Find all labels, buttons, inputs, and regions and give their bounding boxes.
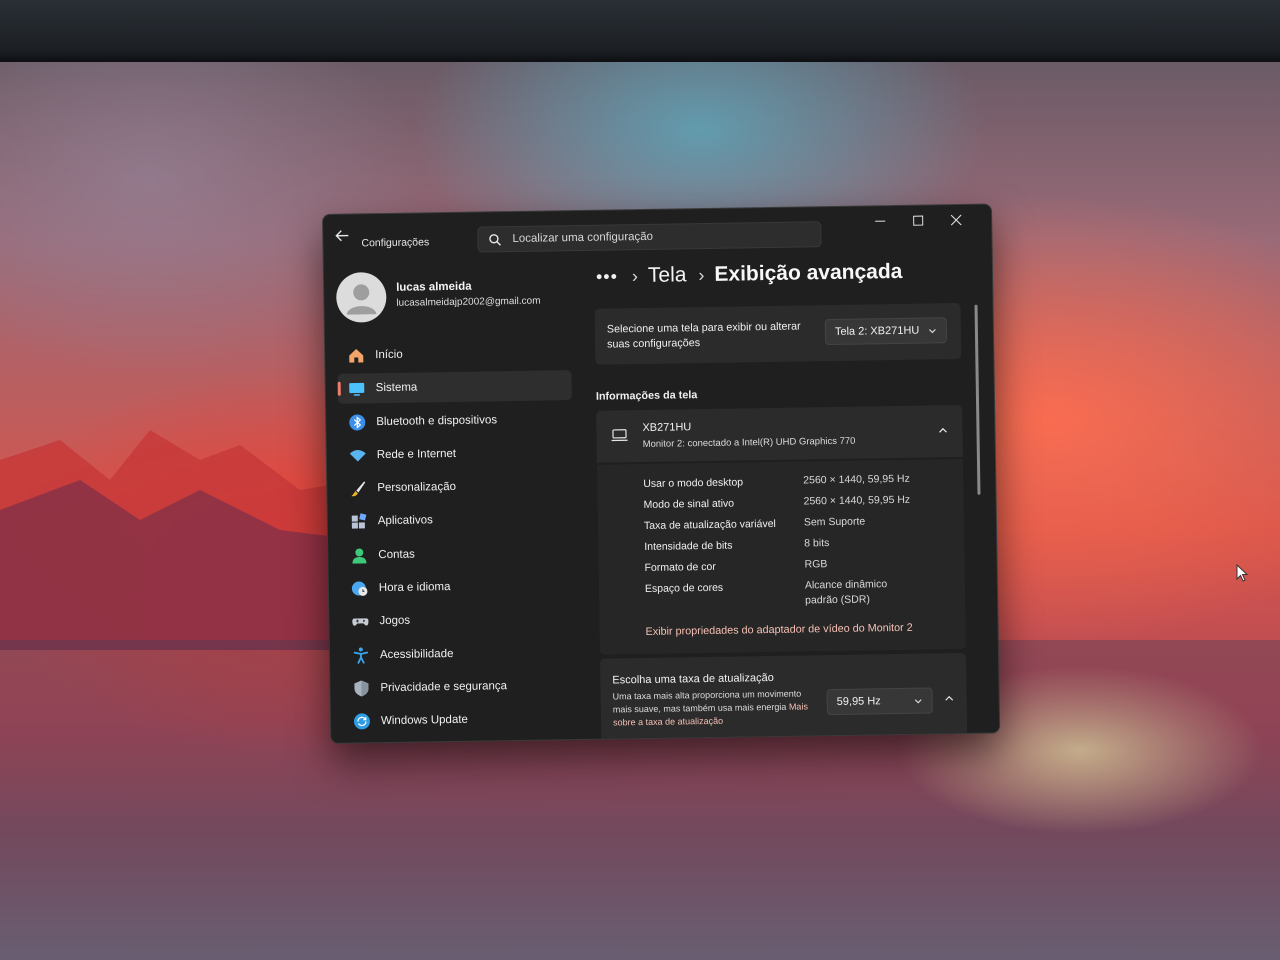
account-icon bbox=[352, 548, 367, 564]
apps-icon bbox=[351, 513, 367, 530]
sidebar-item-contas[interactable]: Contas bbox=[340, 537, 574, 571]
sidebar-item-label: Personalização bbox=[377, 481, 457, 495]
sidebar-item-label: Sistema bbox=[375, 381, 418, 395]
sidebar-item-label: Jogos bbox=[379, 615, 411, 628]
sidebar-item-acessibilidade[interactable]: Acessibilidade bbox=[342, 637, 576, 671]
accessibility-icon bbox=[353, 647, 369, 664]
laptop-icon bbox=[611, 429, 628, 442]
bluetooth-icon bbox=[349, 414, 366, 431]
monitor-subtitle: Monitor 2: conectado a Intel(R) UHD Grap… bbox=[642, 435, 856, 450]
chevron-up-icon[interactable] bbox=[944, 693, 955, 704]
update-icon bbox=[353, 713, 370, 730]
info-value: Sem Suporte bbox=[803, 515, 866, 529]
sidebar-item-label: Privacidade e segurança bbox=[380, 680, 508, 695]
brush-icon bbox=[351, 481, 366, 497]
info-value: Alcance dinâmico padrão (SDR) bbox=[804, 578, 888, 607]
gamepad-icon bbox=[352, 618, 369, 627]
user-name: lucas almeida bbox=[396, 280, 472, 294]
display-info-expander[interactable]: XB271HU Monitor 2: conectado a Intel(R) … bbox=[596, 404, 963, 463]
sidebar-item-label: Hora e idioma bbox=[378, 581, 451, 595]
sidebar-item-jogos[interactable]: Jogos bbox=[341, 603, 575, 637]
info-label: Taxa de atualização variável bbox=[643, 517, 776, 532]
section-title: Informações da tela bbox=[595, 389, 698, 403]
settings-window: Configurações Localizar uma configuração… bbox=[322, 203, 1001, 744]
user-email: lucasalmeidajp2002@gmail.com bbox=[396, 295, 541, 309]
search-input[interactable]: Localizar uma configuração bbox=[477, 221, 822, 253]
sidebar-nav: Início Sistema Bluetooth e dispositivos … bbox=[337, 337, 577, 740]
search-placeholder: Localizar uma configuração bbox=[512, 230, 654, 246]
chevron-up-icon[interactable] bbox=[937, 425, 948, 436]
avatar[interactable] bbox=[335, 272, 387, 323]
info-value: 2560 × 1440, 59,95 Hz bbox=[803, 472, 910, 487]
breadcrumb-separator: › bbox=[698, 264, 705, 285]
breadcrumb-more-button[interactable]: ••• bbox=[596, 266, 618, 287]
refresh-rate-description: Uma taxa mais alta proporciona um movime… bbox=[613, 687, 814, 729]
sidebar-item-label: Contas bbox=[378, 548, 415, 561]
refresh-rate-value: 59,95 Hz bbox=[836, 695, 881, 708]
info-label: Espaço de cores bbox=[644, 581, 724, 595]
sidebar-item-label: Início bbox=[375, 348, 403, 362]
scrollbar[interactable] bbox=[974, 304, 981, 495]
sidebar-item-aplicativos[interactable]: Aplicativos bbox=[340, 504, 574, 538]
breadcrumb-parent-link[interactable]: Tela bbox=[648, 263, 687, 288]
shield-icon bbox=[354, 680, 369, 697]
info-value: 8 bits bbox=[804, 537, 830, 550]
back-arrow-icon[interactable] bbox=[333, 227, 351, 245]
monitor-bezel bbox=[0, 0, 1280, 62]
select-display-card: Selecione uma tela para exibir ou altera… bbox=[594, 302, 962, 365]
system-icon bbox=[349, 383, 365, 397]
adapter-properties-link[interactable]: Exibir propriedades do adaptador de víde… bbox=[645, 619, 945, 640]
chevron-down-icon bbox=[914, 698, 922, 703]
refresh-rate-dropdown[interactable]: 59,95 Hz bbox=[826, 687, 933, 716]
home-icon bbox=[349, 348, 364, 363]
mouse-cursor-icon bbox=[1236, 564, 1249, 582]
display-select-value: Tela 2: XB271HU bbox=[834, 324, 920, 338]
refresh-rate-card: Escolha uma taxa de atualização Uma taxa… bbox=[600, 652, 968, 744]
wifi-icon bbox=[349, 449, 366, 462]
app-title: Configurações bbox=[361, 236, 430, 250]
info-label: Usar o modo desktop bbox=[643, 476, 744, 490]
sidebar-item-sistema[interactable]: Sistema bbox=[337, 370, 572, 405]
sidebar-item-inicio[interactable]: Início bbox=[337, 337, 571, 371]
maximize-button[interactable] bbox=[901, 209, 935, 232]
sidebar-item-personalizacao[interactable]: Personalização bbox=[339, 470, 573, 504]
sidebar-item-label: Rede e Internet bbox=[376, 447, 457, 462]
sidebar-item-label: Acessibilidade bbox=[379, 647, 454, 661]
info-label: Intensidade de bits bbox=[644, 539, 733, 553]
sidebar-item-label: Windows Update bbox=[380, 714, 468, 728]
display-select-dropdown[interactable]: Tela 2: XB271HU bbox=[824, 317, 948, 346]
chevron-down-icon bbox=[928, 328, 936, 333]
info-label: Formato de cor bbox=[644, 560, 716, 574]
refresh-rate-desc-text: Uma taxa mais alta proporciona um movime… bbox=[612, 688, 802, 715]
globe-clock-icon bbox=[351, 581, 368, 596]
page-title: Exibição avançada bbox=[714, 259, 903, 286]
breadcrumb-separator: › bbox=[631, 265, 639, 286]
info-label: Modo de sinal ativo bbox=[643, 497, 735, 511]
sidebar-item-rede[interactable]: Rede e Internet bbox=[339, 437, 573, 471]
sidebar-item-label: Aplicativos bbox=[377, 514, 433, 528]
sidebar-item-windows-update[interactable]: Windows Update bbox=[343, 703, 577, 737]
display-info-details: Usar o modo desktop 2560 × 1440, 59,95 H… bbox=[596, 458, 966, 655]
breadcrumb: ••• › Tela › Exibição avançada bbox=[596, 256, 903, 293]
sidebar-item-privacidade[interactable]: Privacidade e segurança bbox=[342, 670, 576, 704]
search-icon bbox=[489, 234, 501, 246]
title-bar: Configurações Localizar uma configuração bbox=[323, 204, 992, 254]
close-button[interactable] bbox=[939, 209, 973, 232]
select-display-text: Selecione uma tela para exibir ou altera… bbox=[606, 320, 801, 351]
minimize-button[interactable] bbox=[863, 210, 897, 233]
sidebar-item-label: Bluetooth e dispositivos bbox=[376, 413, 498, 428]
user-avatar-icon bbox=[346, 284, 377, 315]
info-value: RGB bbox=[804, 558, 828, 571]
monitor-name: XB271HU bbox=[642, 421, 692, 434]
sidebar-item-bluetooth[interactable]: Bluetooth e dispositivos bbox=[338, 404, 572, 438]
info-value: 2560 × 1440, 59,95 Hz bbox=[803, 493, 911, 508]
sidebar-item-hora-idioma[interactable]: Hora e idioma bbox=[341, 570, 575, 604]
refresh-rate-title: Escolha uma taxa de atualização bbox=[612, 671, 774, 687]
